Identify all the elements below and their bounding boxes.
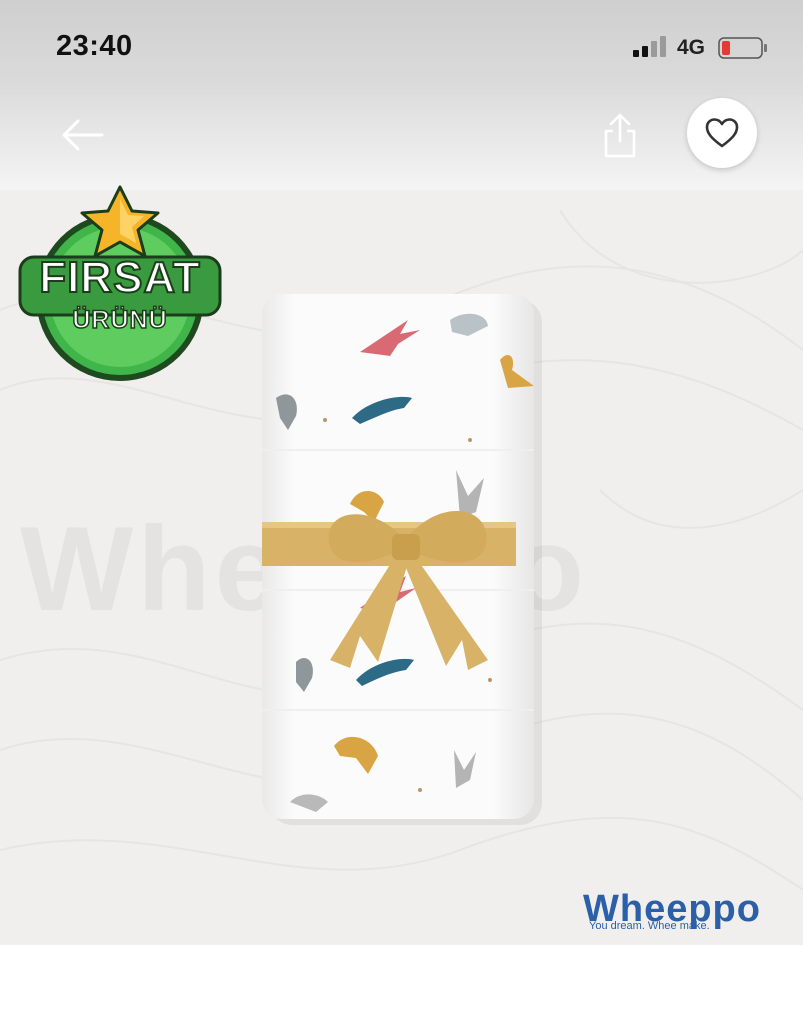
- status-time: 23:40: [56, 30, 133, 62]
- badge-title: FIRSAT: [38, 252, 201, 303]
- back-arrow-icon[interactable]: [58, 117, 106, 153]
- badge-subtitle: ÜRÜNÜ: [72, 305, 168, 335]
- heart-outline-icon: [705, 118, 739, 148]
- network-type: 4G: [677, 36, 706, 59]
- top-nav-bar: [0, 95, 803, 190]
- battery-icon: [718, 37, 767, 59]
- brand-logo: Wheeppo You dream. Whee make.: [583, 888, 788, 932]
- promo-badge: FIRSAT ÜRÜNÜ: [18, 185, 222, 385]
- muslin-blanket-image: [262, 294, 542, 825]
- favorite-button[interactable]: [687, 98, 757, 168]
- brand-tagline: You dream. Whee make.: [589, 920, 710, 932]
- share-icon[interactable]: [600, 111, 640, 161]
- status-bar: 23:40 4G: [0, 0, 803, 95]
- signal-strength-icon: [633, 36, 666, 57]
